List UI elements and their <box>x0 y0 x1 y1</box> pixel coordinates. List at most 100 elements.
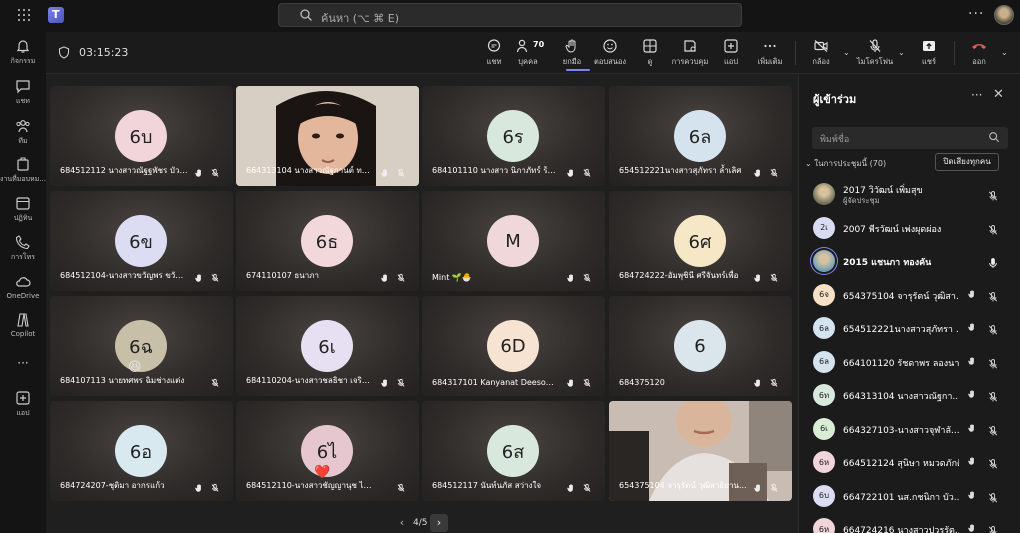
leave-button[interactable]: ออก <box>958 38 1000 68</box>
rail-item-more-apps[interactable]: ··· <box>0 354 46 370</box>
video-tile[interactable]: 6ล 654512221นางสาวสุภัทรา ล้ำเลิศ <box>609 86 792 186</box>
previous-page-button[interactable]: ‹ <box>395 516 409 529</box>
participant-row[interactable]: 6ท 664313104 นางสาวณัฐกา... <box>811 379 1011 413</box>
raise-hand-button[interactable]: ยกมือ <box>551 38 593 68</box>
camera-options-chevron-icon[interactable]: ⌄ <box>843 48 850 57</box>
video-tile[interactable]: 6ฉ 😆 684107113 นายทศพร ฉิมช่างแต่ง <box>50 296 233 396</box>
participant-name: 684512117 นันท์นภัส สว่างใจ <box>432 481 542 490</box>
rail-item-chat[interactable]: แชท <box>0 78 46 107</box>
react-button[interactable]: ตอบสนอง <box>589 38 631 68</box>
mic-off-icon[interactable] <box>987 422 999 441</box>
video-tile[interactable]: 654375104 จารุรัตน์ วุฒิสาธิยาน... <box>609 401 792 501</box>
leave-options-chevron-icon[interactable]: ⌄ <box>1001 48 1008 57</box>
participant-search[interactable]: พิมพ์ชื่อ <box>812 127 1008 149</box>
raised-hand-icon <box>967 389 977 402</box>
participant-row[interactable]: 2เ 2007 พีรวัฒน์ เพ่งผุดผ่อง <box>811 212 1011 246</box>
video-tile[interactable]: 6บ 684512112 นางสาวณัฐฐพัชร บัวล... <box>50 86 233 186</box>
video-tile[interactable]: 6ร 684101110 นางสาว นิภาภัทร์ ร้อย... <box>422 86 605 186</box>
rail-item-apps[interactable]: แอป <box>0 390 46 419</box>
participant-row[interactable]: 6ล 654512221นางสาวสุภัทรา ... <box>811 312 1011 346</box>
hang-up-icon <box>972 44 986 49</box>
camera-button[interactable]: กล้อง <box>800 38 842 68</box>
more-options-icon[interactable]: ··· <box>968 6 984 22</box>
divider <box>954 41 955 65</box>
participant-avatar: 6D <box>487 320 539 372</box>
video-tile[interactable]: 664313104 นางสาวณัฐกานต์ ทอ... <box>236 86 419 186</box>
participant-row[interactable]: 6ห 664724216 นางสาวปวรรัต... <box>811 513 1011 533</box>
tile-status-icons <box>753 378 779 388</box>
mic-on-icon[interactable] <box>987 254 999 273</box>
raised-hand-icon <box>967 356 977 369</box>
participant-row[interactable]: 6เ 664327103-นางสาวจุฬาลั... <box>811 413 1011 447</box>
view-button[interactable]: ดู <box>629 38 671 68</box>
video-tile[interactable]: 6ส 684512117 นันท์นภัส สว่างใจ <box>422 401 605 501</box>
participant-name: 664313104 นางสาวณัฐกา... <box>843 392 959 402</box>
video-tile[interactable]: 6อ 684724207-ชุติมา อากรแก้ว <box>50 401 233 501</box>
avatar: 6ล <box>813 317 835 339</box>
participant-search-input[interactable]: พิมพ์ชื่อ <box>820 132 849 146</box>
share-button[interactable]: แชร์ <box>908 38 950 68</box>
active-tab-indicator <box>566 69 590 71</box>
video-tile[interactable]: 6ธ 674110107 ธนาภา <box>236 191 419 291</box>
mic-off-icon[interactable] <box>987 355 999 374</box>
rail-item-copilot[interactable]: Copilot <box>0 312 46 338</box>
smiley-icon <box>603 39 617 53</box>
participant-row[interactable]: 2017 วิวัฒน์ เพิ่มสุข ผู้จัดประชุม <box>811 178 1011 212</box>
mute-all-button[interactable]: ปิดเสียงทุกคน <box>935 153 999 171</box>
mic-off-icon <box>869 39 881 52</box>
participant-row[interactable]: 6ห 664512124 สุนิษา หมวดภักดี <box>811 446 1011 480</box>
mic-off-icon[interactable] <box>987 489 999 508</box>
mic-off-icon[interactable] <box>987 522 999 533</box>
add-app-icon <box>16 391 30 405</box>
search-input[interactable]: ค้นหา (⌥ ⌘ E) <box>321 9 399 27</box>
video-tile[interactable]: M Mint 🌱🐣 <box>422 191 605 291</box>
mic-off-icon[interactable] <box>987 455 999 474</box>
rail-item-activity[interactable]: กิจกรรม <box>0 38 46 67</box>
app-launcher-icon[interactable] <box>18 9 30 21</box>
video-tile[interactable]: 6 684375120 <box>609 296 792 396</box>
mic-off-icon[interactable] <box>987 321 999 340</box>
people-button[interactable]: 70 บุคคล <box>507 38 549 68</box>
participant-row[interactable]: 6บ 664722101 นส.กชนิกา บัว... <box>811 480 1011 514</box>
meeting-timer: 03:15:23 <box>79 46 129 59</box>
avatar <box>813 183 835 205</box>
participant-name: 684512104-นางสาวขวัญพร ขวัญ... <box>60 271 188 280</box>
participant-row[interactable]: 2015 แชนภา ทองคัน <box>811 245 1011 279</box>
search-box[interactable]: ค้นหา (⌥ ⌘ E) <box>278 3 742 27</box>
next-page-button[interactable]: › <box>430 514 448 532</box>
rail-item-assignments[interactable]: งานที่มอบหม... <box>0 156 46 185</box>
rail-item-onedrive[interactable]: OneDrive <box>0 274 46 300</box>
mic-off-icon <box>583 378 591 387</box>
rail-item-teams[interactable]: ทีม <box>0 118 46 147</box>
mic-off-icon[interactable] <box>987 388 999 407</box>
video-tile[interactable]: 6เ 684110204-นางสาวชลธิชา เจริญ... <box>236 296 419 396</box>
close-icon[interactable]: ✕ <box>993 87 1004 102</box>
rail-item-calendar[interactable]: ปฏิทิน <box>0 195 46 224</box>
rail-label: งานที่มอบหม... <box>0 175 46 183</box>
apps-button[interactable]: แอป <box>710 38 752 68</box>
raised-hand-icon <box>195 274 201 282</box>
more-button[interactable]: เพิ่มเติม <box>749 38 791 68</box>
mic-button[interactable]: ไมโครโฟน <box>854 38 896 68</box>
video-tile[interactable]: 6D 684317101 Kanyanat Deesom... <box>422 296 605 396</box>
mic-off-icon[interactable] <box>987 288 999 307</box>
mic-options-chevron-icon[interactable]: ⌄ <box>898 48 905 57</box>
grid-view-icon <box>643 39 657 53</box>
tile-status-icons <box>753 483 779 493</box>
participant-row[interactable]: 6จ 654375104 จารุรัตน์ วุฒิสา... <box>811 279 1011 313</box>
controls-button[interactable]: การควบคุม <box>669 38 711 68</box>
tile-status-icons <box>566 483 592 493</box>
video-tile[interactable]: 6ศ 684724222-อัมพุชินี ศรีจันทร์เพื่อ <box>609 191 792 291</box>
profile-avatar[interactable] <box>994 5 1014 25</box>
panel-more-icon[interactable]: ··· <box>971 88 982 102</box>
in-meeting-section-header[interactable]: ⌄ ในการประชุมนี้ (70) <box>805 157 886 170</box>
mic-off-icon[interactable] <box>987 221 999 240</box>
video-tile[interactable]: 6ข 684512104-นางสาวขวัญพร ขวัญ... <box>50 191 233 291</box>
mic-off-icon[interactable] <box>987 187 999 206</box>
video-tile[interactable]: 6ไ ❤️ 684512110-นางสาวชัญญานุช ไท... <box>236 401 419 501</box>
participant-name: 684724222-อัมพุชินี ศรีจันทร์เพื่อ <box>619 271 739 280</box>
participant-avatar: 6ศ <box>674 215 726 267</box>
participant-row[interactable]: 6ล 664101120 รัชดาพร ลองนา <box>811 346 1011 380</box>
rail-item-calls[interactable]: การโทร <box>0 234 46 263</box>
search-icon <box>989 132 1000 143</box>
